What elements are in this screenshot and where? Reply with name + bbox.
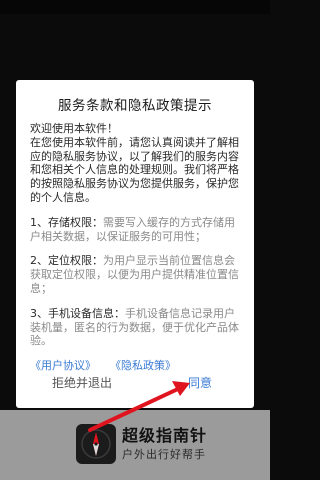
status-bar xyxy=(0,0,270,14)
app-name: 超级指南针 xyxy=(122,426,208,445)
privacy-dialog: 服务条款和隐私政策提示 欢迎使用本软件！ 在您使用本软件前，请您认真阅读并了解相… xyxy=(16,80,254,408)
app-slogan: 户外出行好帮手 xyxy=(122,448,206,461)
reject-exit-button[interactable]: 拒绝并退出 xyxy=(52,374,112,391)
greeting-text: 欢迎使用本软件！ xyxy=(30,122,118,135)
dialog-body: 欢迎使用本软件！ 在您使用本软件前，请您认真阅读并了解相应的隐私服务协议，以了解… xyxy=(30,122,242,373)
dialog-title: 服务条款和隐私政策提示 xyxy=(58,98,212,114)
permission-item: 1、存储权限：需要写入缓存的方式存储用户相关数据，以保证服务的可用性； xyxy=(30,216,242,244)
compass-icon xyxy=(76,424,116,464)
permission-item: 2、定位权限：为用户显示当前位置信息会获取定位权限，以便为用户提供精准位置信息； xyxy=(30,254,242,295)
intro-text: 在您使用本软件前，请您认真阅读并了解相应的隐私服务协议，以了解我们的服务内容和您… xyxy=(30,135,239,204)
permission-item: 3、手机设备信息：手机设备信息记录用户装机量，匿名的行为数据，便于优化产品体验。 xyxy=(30,307,242,348)
dialog-button-row: 拒绝并退出 同意 xyxy=(16,370,254,398)
splash-bottom-bar: 超级指南针 户外出行好帮手 xyxy=(0,410,270,480)
permission-title: 1、存储权限： xyxy=(30,215,103,229)
permission-title: 2、定位权限： xyxy=(30,254,103,268)
agree-button[interactable]: 同意 xyxy=(188,374,212,391)
permission-title: 3、手机设备信息： xyxy=(30,306,125,320)
